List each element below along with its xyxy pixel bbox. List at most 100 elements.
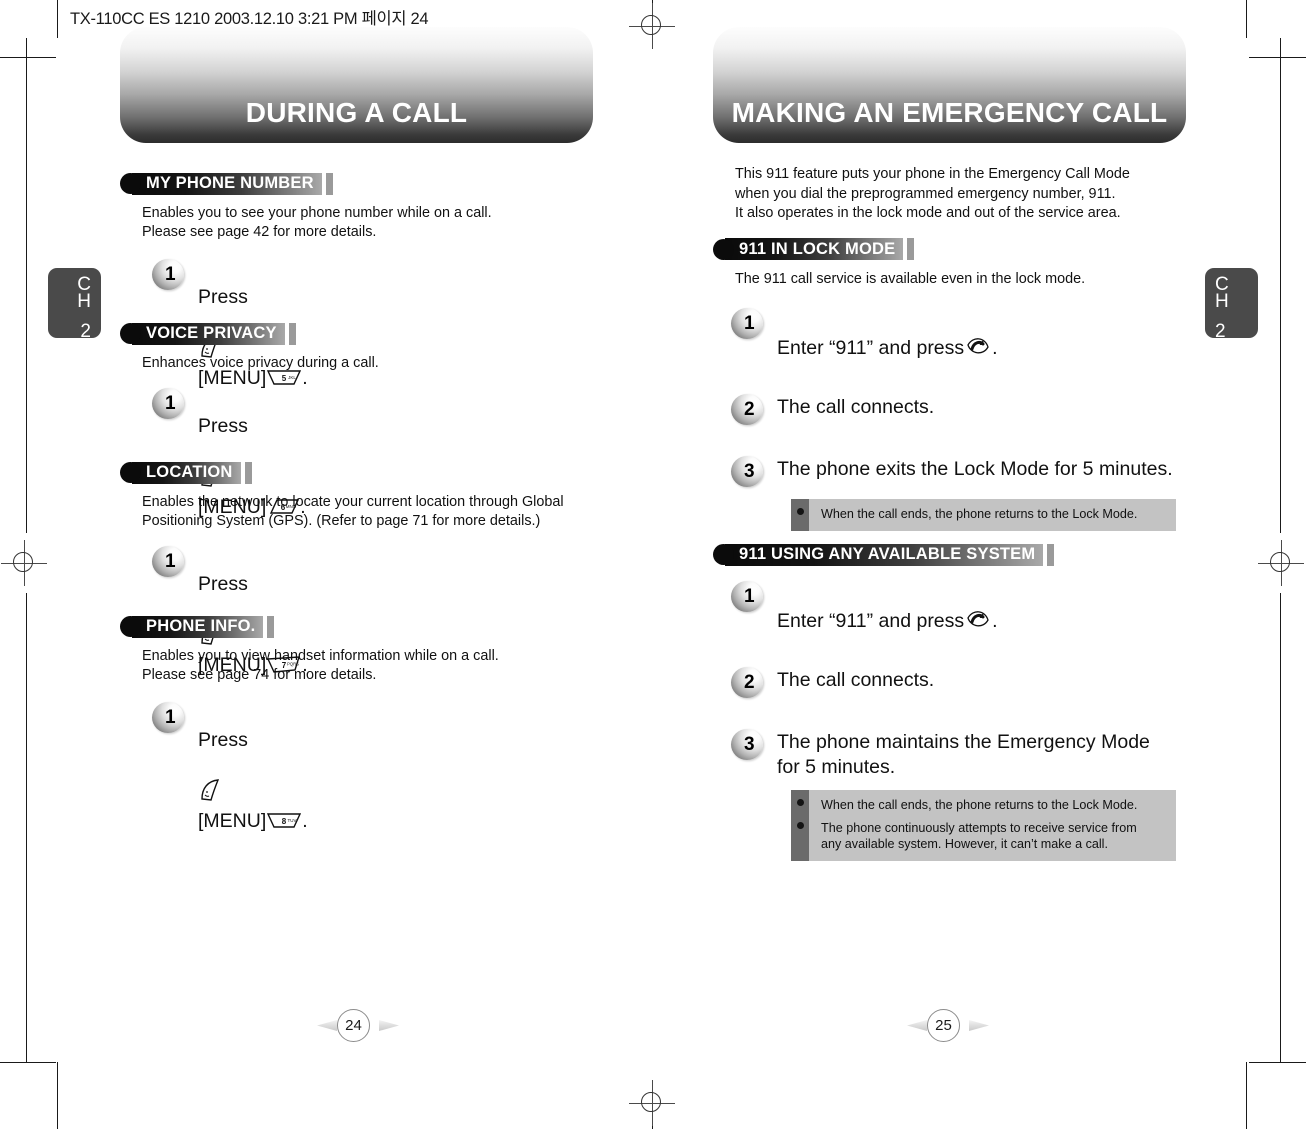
step-row: 1 Enter “911” and press. [729,307,1193,365]
digit-key-icon: 8 TUV [267,811,302,838]
note-bullet-column [791,498,809,531]
step-row: 3 The phone exits the Lock Mode for 5 mi… [729,455,1193,489]
menu-key-icon [199,753,221,809]
section-body-text: Enhances voice privacy during a call. [142,355,379,371]
send-key-icon [965,334,991,365]
bullet-circle-icon [120,616,141,637]
crop-line-left-mid-upper [26,38,27,533]
step-text-before: Enter “911” and press [777,610,965,632]
chapter-tab-number: 2 [1215,321,1226,342]
intro-paragraph: This 911 feature puts your phone in the … [735,166,1130,221]
step-number: 2 [744,398,755,420]
page-number-wing-right [379,1020,399,1031]
crop-line-top-right [1246,0,1247,38]
note-box: When the call ends, the phone returns to… [791,790,1176,861]
section-phone-info: PHONE INFO. Enables you to view handset … [120,615,600,838]
svg-text:8: 8 [282,817,287,826]
crop-line-top-left-h [0,57,56,58]
menu-key-label: [MENU] [198,810,267,832]
page-title-banner-left: DURING A CALL [120,27,593,143]
page-title-left: DURING A CALL [245,97,468,128]
crop-line-bottom-left-h [0,1062,56,1063]
section-heading-location: LOCATION [120,461,600,484]
page-number-right: 25 [903,1006,993,1046]
section-body-text: Enables the network to locate your curre… [142,494,564,529]
note-item: When the call ends, the phone returns to… [821,798,1138,812]
note-bullet-column [791,790,809,861]
step-number: 1 [744,586,755,607]
section-heading-label: VOICE PRIVACY [132,322,285,345]
step-prefix: Press [198,286,248,308]
section-heading-label: LOCATION [132,461,241,484]
section-heading-911-using-any-available-system: 911 USING ANY AVAILABLE SYSTEM [713,543,1193,566]
crop-line-top-right-h [1249,57,1306,58]
step-text-after: . [992,336,998,359]
note-body: When the call ends, the phone returns to… [809,498,1176,531]
step-orb-icon: 3 [729,455,771,489]
section-heading-label: 911 IN LOCK MODE [725,238,904,260]
step-row: 2 The call connects. [729,393,1193,427]
note-body: When the call ends, the phone returns to… [809,790,1176,861]
step-number: 3 [744,734,755,755]
chapter-tab-h: H [77,291,91,312]
chapter-tab-number: 2 [80,321,91,342]
step-number: 1 [165,551,176,572]
bullet-circle-icon [120,462,141,483]
crop-line-right-mid-upper [1280,38,1281,533]
step-orb-icon: 1 [729,580,771,614]
page-number-left: 24 [313,1006,403,1046]
step-number: 3 [744,460,755,482]
step-row: 1 Press [MENU] 8 TUV. [150,701,600,838]
page-number-wing-left [907,1020,927,1031]
crop-line-top-left [57,0,58,38]
section-911-using-any-available-system: 911 USING ANY AVAILABLE SYSTEM 1 Enter “… [713,543,1193,861]
page-number-value: 24 [337,1009,370,1042]
page-title-banner-right: MAKING AN EMERGENCY CALL [713,27,1186,143]
step-number: 1 [165,264,176,285]
step-text: The call connects. [777,669,935,691]
registration-mark-right [1258,540,1304,586]
step-suffix: . [302,810,308,832]
section-heading-my-phone-number: MY PHONE NUMBER [120,172,600,195]
step-text-after: . [992,610,998,632]
step-text: Enter “911” and press. [777,307,998,365]
section-heading-label: 911 USING ANY AVAILABLE SYSTEM [725,543,1044,566]
step-number: 2 [744,672,755,693]
step-text-before: Enter “911” and press [777,336,965,359]
step-orb-icon: 1 [150,387,192,421]
page-number-value: 25 [927,1009,960,1042]
section-heading-911-in-lock-mode: 911 IN LOCK MODE [713,238,1193,261]
step-text: The call connects. [777,395,935,418]
bullet-circle-icon [713,544,734,565]
step-number: 1 [165,393,176,414]
page-title-right: MAKING AN EMERGENCY CALL [731,97,1168,128]
left-page: DURING A CALL MY PHONE NUMBER Enables yo… [60,0,650,1129]
step-orb-icon: 1 [729,307,771,341]
step-prefix: Press [198,729,248,751]
step-orb-icon: 1 [150,258,192,292]
section-heading-label: PHONE INFO. [132,615,264,638]
registration-mark-left [1,540,47,586]
section-body-text: The 911 call service is available even i… [735,270,1086,287]
step-text: Enter “911” and press. [777,580,998,638]
step-text: Press [MENU] 8 TUV. [198,701,308,838]
bullet-circle-icon [120,323,141,344]
step-orb-icon: 1 [150,545,192,579]
step-row: 2 The call connects. [729,666,1193,700]
section-body-text: Enables you to see your phone number whi… [142,205,492,240]
step-row: 3 The phone maintains the Emergency Mode… [729,728,1193,780]
step-orb-icon: 2 [729,393,771,427]
bullet-circle-icon [120,173,141,194]
crop-line-right-mid-lower [1280,593,1281,1063]
crop-line-bottom-right-h [1249,1062,1306,1063]
step-number: 1 [744,312,755,334]
step-number: 1 [165,707,176,728]
section-heading-end-tab [267,615,275,638]
step-orb-icon: 2 [729,666,771,700]
section-body-text: Enables you to view handset information … [142,648,499,683]
note-bullet-icon [796,822,804,829]
chapter-tab-right: C H 2 [1205,268,1258,342]
note-bullet-icon [796,799,804,806]
step-text: The phone exits the Lock Mode for 5 minu… [777,457,1173,480]
bullet-circle-icon [713,238,734,260]
